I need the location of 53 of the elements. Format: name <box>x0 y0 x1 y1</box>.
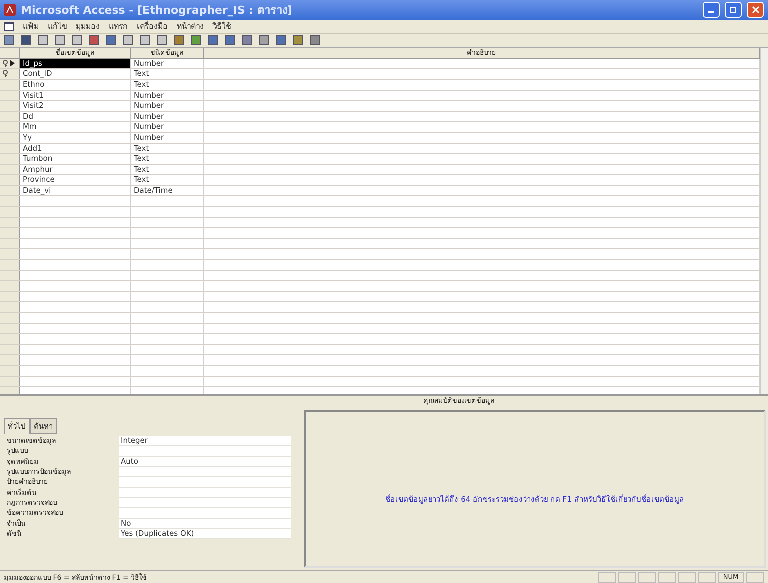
toolbar-icon[interactable] <box>4 35 14 46</box>
minimize-button[interactable] <box>703 2 720 18</box>
toolbar-icon[interactable] <box>72 35 82 46</box>
arrow-icon <box>10 60 15 68</box>
menu-item[interactable]: หน้าต่าง <box>177 20 204 33</box>
toolbar-icon[interactable] <box>140 35 150 46</box>
toolbar-icon[interactable] <box>310 35 320 46</box>
window-title: Microsoft Access - [Ethnographer_IS : ตาราง] <box>21 2 294 19</box>
row-selector[interactable] <box>0 69 20 79</box>
close-button[interactable] <box>747 2 764 18</box>
close-icon <box>752 6 760 14</box>
restore-button[interactable] <box>725 2 742 18</box>
status-panel <box>698 572 716 583</box>
app-icon <box>4 4 16 16</box>
status-panel <box>678 572 696 583</box>
toolbar-icon[interactable] <box>191 35 201 46</box>
toolbar-icon[interactable] <box>174 35 184 46</box>
status-panel <box>618 572 636 583</box>
toolbar-icon[interactable] <box>38 35 48 46</box>
property-field[interactable] <box>119 488 291 498</box>
menu-item[interactable]: วิธีใช้ <box>213 20 231 33</box>
restore-icon <box>730 6 738 14</box>
scrollbar[interactable] <box>760 48 768 394</box>
toolbar-icon[interactable] <box>157 35 167 46</box>
table-icon <box>4 22 14 31</box>
toolbar-icon[interactable] <box>259 35 269 46</box>
status-panel <box>746 572 764 583</box>
status-panel <box>598 572 616 583</box>
menu-item[interactable]: แก้ไข <box>48 20 67 33</box>
status-panel <box>658 572 676 583</box>
toolbar-icon[interactable] <box>55 35 65 46</box>
toolbar-icon[interactable] <box>242 35 252 46</box>
property-field[interactable] <box>119 467 291 478</box>
row-selector[interactable] <box>0 58 20 68</box>
toolbar-icon[interactable] <box>293 35 303 46</box>
menu-item[interactable]: มุมมอง <box>76 20 100 33</box>
property-field[interactable] <box>119 498 291 508</box>
menu-item[interactable]: เครื่องมือ <box>137 20 168 33</box>
toolbar-icon[interactable] <box>123 35 133 46</box>
toolbar-icon[interactable] <box>225 35 235 46</box>
toolbar-icon[interactable] <box>21 35 31 46</box>
property-field[interactable] <box>119 508 291 519</box>
key-icon <box>2 60 9 68</box>
toolbar-icon[interactable] <box>276 35 286 46</box>
menu-item[interactable]: แทรก <box>109 20 128 33</box>
property-field[interactable] <box>119 446 291 457</box>
toolbar-icon[interactable] <box>208 35 218 46</box>
menu-item[interactable]: แฟ้ม <box>23 20 39 33</box>
toolbar-icon[interactable] <box>106 35 116 46</box>
toolbar-icon[interactable] <box>89 35 99 46</box>
status-panel <box>638 572 656 583</box>
property-field[interactable] <box>119 477 291 488</box>
key-icon <box>2 70 9 78</box>
